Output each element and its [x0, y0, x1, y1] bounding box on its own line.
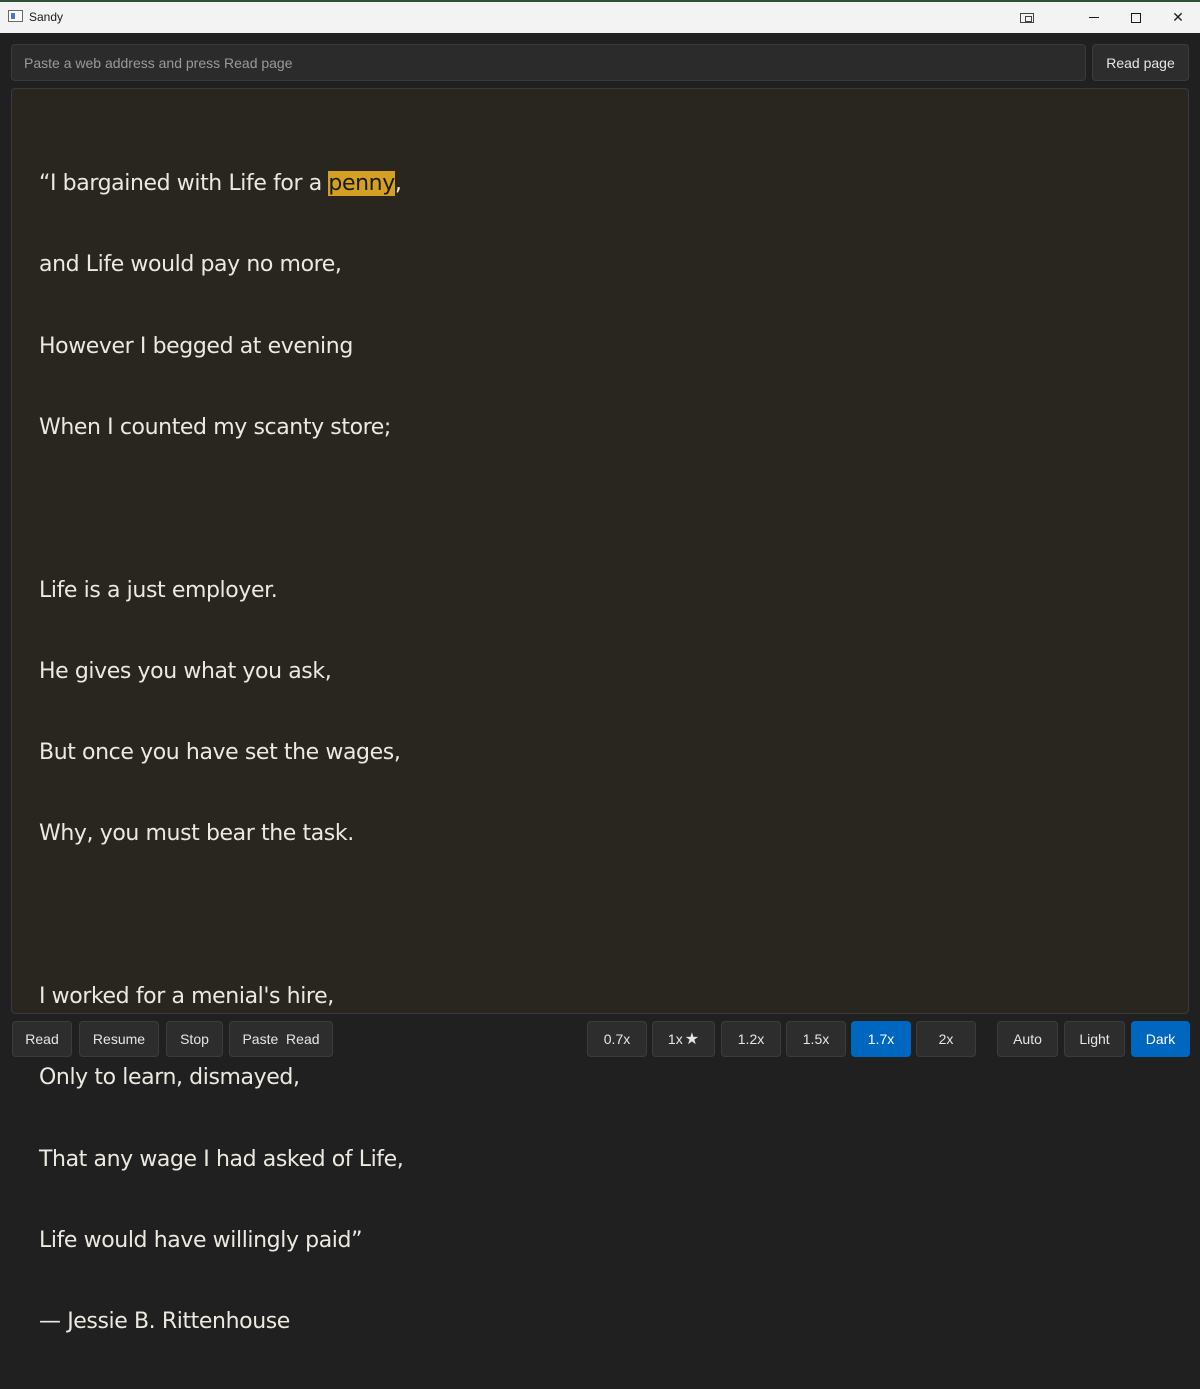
read-page-button[interactable]: Read page [1092, 44, 1189, 81]
close-button[interactable]: ✕ [1156, 2, 1200, 33]
poem-line: Life would have willingly paid” [39, 1227, 363, 1253]
window-title: Sandy [29, 10, 64, 24]
resume-button[interactable]: Resume [79, 1021, 159, 1057]
poem-line: Why, you must bear the task. [39, 821, 354, 847]
star-icon: ★ [684, 1031, 700, 1048]
speed-0-7x-button[interactable]: 0.7x [587, 1021, 647, 1057]
poem-line: and Life would pay no more, [39, 252, 342, 278]
poem-line: But once you have set the wages, [39, 740, 401, 766]
app-icon [8, 10, 23, 22]
speed-1-5x-button[interactable]: 1.5x [786, 1021, 846, 1057]
maximize-button[interactable] [1114, 2, 1158, 33]
poem-line: He gives you what you ask, [39, 658, 332, 684]
theme-auto-button[interactable]: Auto [997, 1021, 1058, 1057]
poem-attribution: — Jessie B. Rittenhouse [39, 1309, 290, 1335]
poem-line: Life is a just employer. [39, 577, 278, 603]
minimize-button[interactable] [1072, 2, 1116, 33]
read-button[interactable]: Read [12, 1021, 72, 1057]
poem-line: I worked for a menial's hire, [39, 984, 334, 1009]
speed-1-7x-button[interactable]: 1.7x [851, 1021, 911, 1057]
stop-button[interactable]: Stop [166, 1021, 223, 1057]
poem-text: “I bargained with Life for a penny, and … [39, 116, 1161, 1389]
poem-line: Only to learn, dismayed, [39, 1065, 300, 1091]
title-bar: Sandy ✕ [0, 2, 1200, 33]
speed-1x-button[interactable]: 1x ★ [652, 1021, 715, 1057]
address-input[interactable] [11, 44, 1086, 81]
poem-line [39, 902, 1161, 929]
poem-line [39, 495, 1161, 522]
theme-light-button[interactable]: Light [1064, 1021, 1125, 1057]
close-icon: ✕ [1172, 9, 1184, 25]
minimize-icon [1089, 17, 1099, 18]
app-window: Sandy ✕ Read page “I bargained with Life… [0, 0, 1200, 1334]
speed-2x-button[interactable]: 2x [916, 1021, 976, 1057]
poem-line: That any wage I had asked of Life, [39, 1146, 404, 1172]
reader-pane[interactable]: “I bargained with Life for a penny, and … [11, 88, 1189, 1334]
window-layout-icon [1020, 12, 1034, 23]
highlighted-word: penny [328, 171, 395, 197]
speed-1-2x-button[interactable]: 1.2x [721, 1021, 781, 1057]
poem-line: However I begged at evening [39, 333, 353, 359]
paste-read-button[interactable]: Paste Read [229, 1021, 333, 1057]
poem-line: When I counted my scanty store; [39, 415, 391, 441]
poem-line: “I bargained with Life for a penny, [39, 171, 402, 197]
theme-dark-button[interactable]: Dark [1131, 1021, 1190, 1057]
extra-window-button[interactable] [1006, 2, 1048, 33]
maximize-icon [1131, 12, 1141, 23]
